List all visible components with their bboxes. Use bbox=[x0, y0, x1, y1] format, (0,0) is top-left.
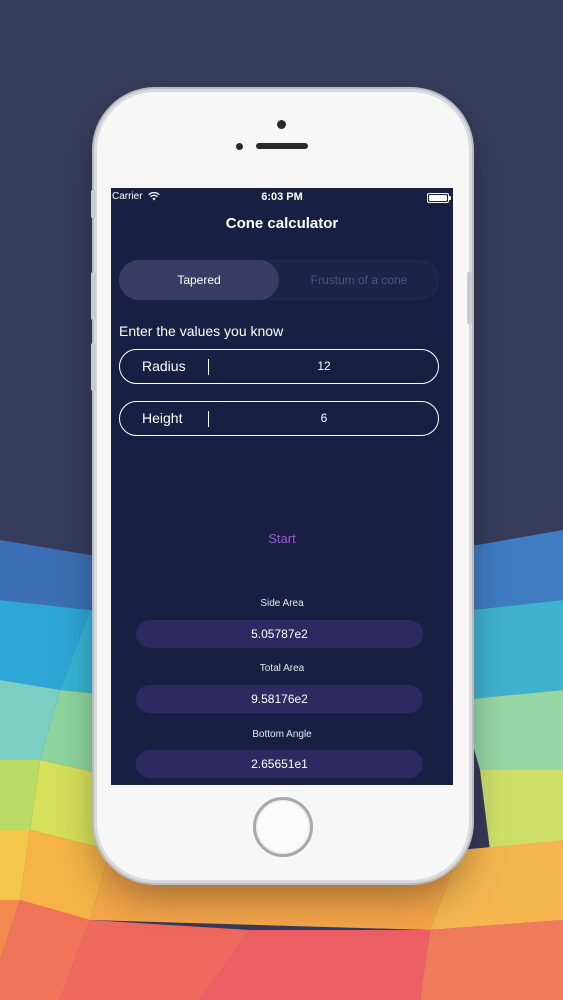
home-button[interactable] bbox=[253, 797, 313, 857]
bottom-angle-label: Bottom Angle bbox=[252, 729, 312, 740]
proximity-sensor bbox=[236, 143, 243, 150]
shape-segmented-control: Tapered Frustum of a cone bbox=[119, 260, 439, 300]
status-bar: Carrier 6:03 PM bbox=[111, 188, 453, 206]
volume-up-button bbox=[91, 272, 96, 320]
battery-icon bbox=[427, 193, 451, 203]
total-area-label: Total Area bbox=[259, 663, 305, 674]
height-input[interactable]: 6 bbox=[210, 411, 438, 425]
app-screen: Carrier 6:03 PM Cone calculator Tapered … bbox=[111, 188, 453, 785]
height-label: Height bbox=[142, 410, 183, 426]
front-camera bbox=[277, 120, 286, 129]
input-prompt: Enter the values you know bbox=[119, 323, 284, 339]
total-area-value: 9.58176e2 bbox=[136, 685, 423, 713]
earpiece-speaker bbox=[256, 143, 308, 149]
status-time: 6:03 PM bbox=[261, 191, 303, 203]
radius-label: Radius bbox=[142, 358, 186, 374]
volume-down-button bbox=[91, 343, 96, 391]
mute-switch bbox=[91, 190, 96, 218]
radius-input[interactable]: 12 bbox=[210, 359, 438, 373]
tab-tapered[interactable]: Tapered bbox=[119, 260, 279, 300]
side-area-value: 5.05787e2 bbox=[136, 620, 423, 648]
height-field[interactable]: Height 6 bbox=[119, 401, 439, 436]
tab-frustum[interactable]: Frustum of a cone bbox=[279, 260, 439, 300]
side-area-label: Side Area bbox=[260, 598, 304, 609]
power-button bbox=[467, 272, 472, 324]
field-divider bbox=[208, 411, 209, 427]
start-button[interactable]: Start bbox=[111, 531, 453, 546]
field-divider bbox=[208, 359, 209, 375]
bottom-angle-value: 2.65651e1 bbox=[136, 750, 423, 778]
page-title: Cone calculator bbox=[225, 215, 339, 232]
radius-field[interactable]: Radius 12 bbox=[119, 349, 439, 384]
